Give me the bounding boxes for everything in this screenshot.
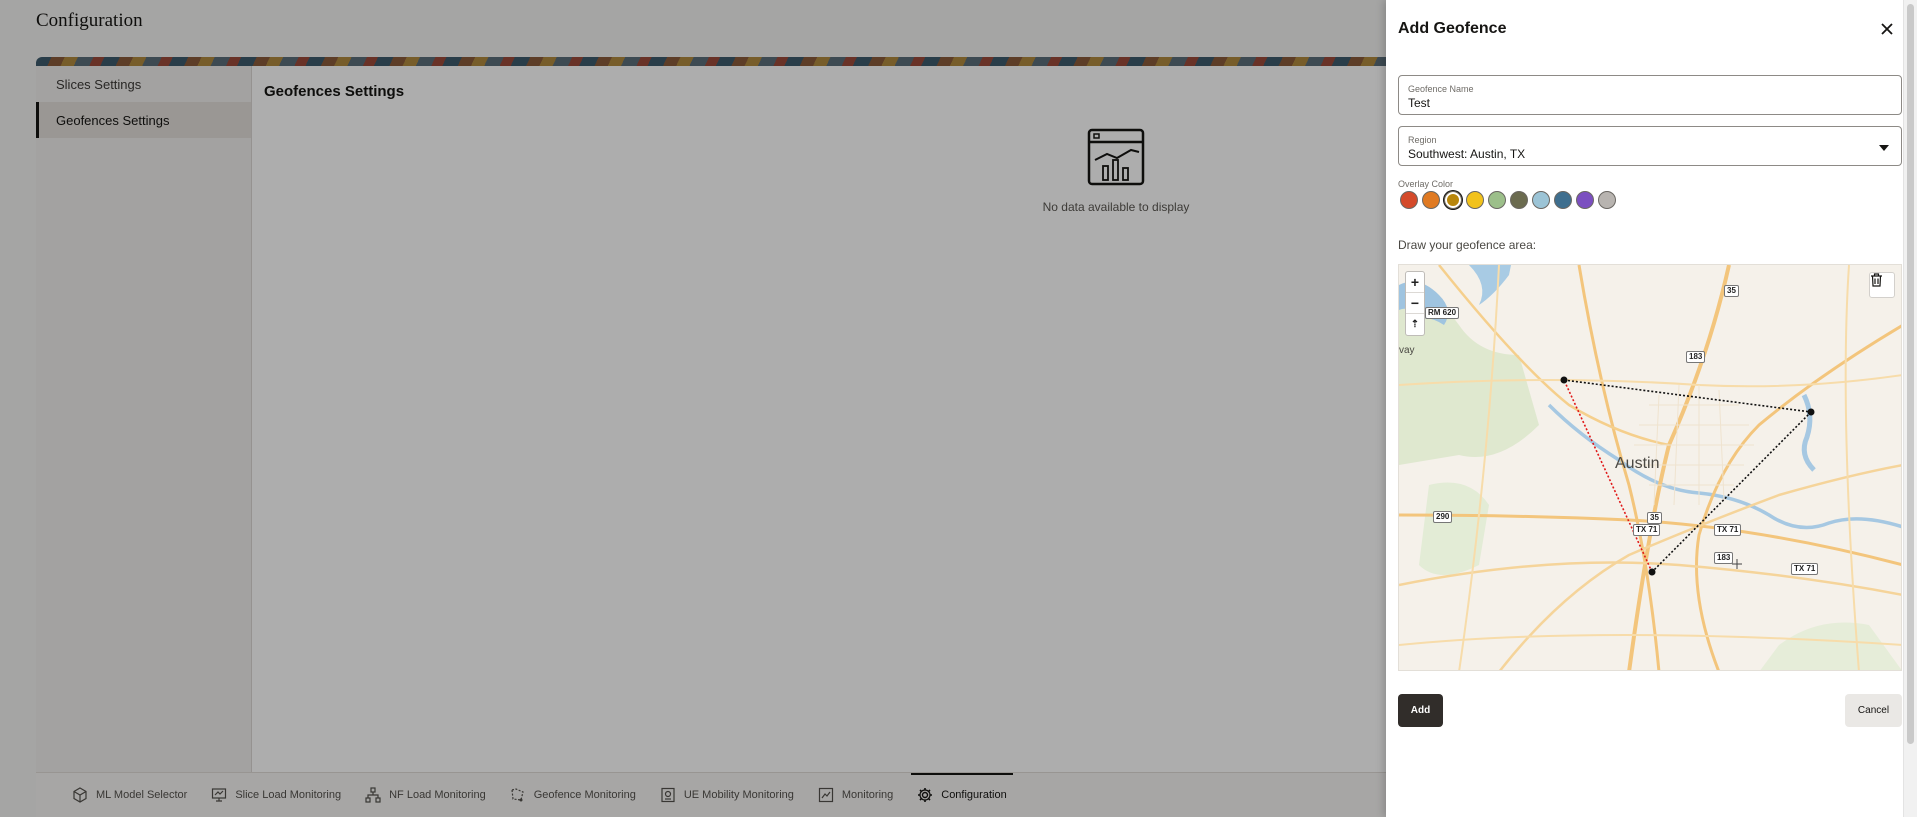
close-button[interactable] bbox=[1876, 18, 1898, 40]
color-swatch[interactable] bbox=[1598, 191, 1616, 209]
color-swatch[interactable] bbox=[1554, 191, 1572, 209]
route-label: TX 71 bbox=[1791, 563, 1819, 575]
zoom-in-button[interactable]: + bbox=[1406, 272, 1424, 293]
route-label: TX 71 bbox=[1633, 524, 1661, 536]
geofence-name-field[interactable]: Geofence Name bbox=[1398, 75, 1902, 115]
route-label: RM 620 bbox=[1425, 307, 1460, 319]
color-swatch[interactable] bbox=[1532, 191, 1550, 209]
reset-north-button[interactable]: ⇡ bbox=[1406, 314, 1424, 335]
drawer-title: Add Geofence bbox=[1398, 20, 1507, 37]
caret-down-icon[interactable] bbox=[1879, 145, 1889, 151]
color-swatch[interactable] bbox=[1422, 191, 1440, 209]
cancel-button[interactable]: Cancel bbox=[1845, 694, 1902, 727]
overlay-color-swatches bbox=[1400, 191, 1616, 209]
region-value: Southwest: Austin, TX bbox=[1408, 147, 1526, 161]
color-swatch[interactable] bbox=[1444, 191, 1462, 209]
close-icon bbox=[1881, 23, 1893, 35]
overlay-color-label: Overlay Color bbox=[1398, 179, 1454, 189]
region-label: Region bbox=[1408, 135, 1437, 145]
map-city-label: Austin bbox=[1615, 455, 1660, 472]
color-swatch[interactable] bbox=[1510, 191, 1528, 209]
region-select[interactable]: Region Southwest: Austin, TX bbox=[1398, 126, 1902, 166]
add-geofence-drawer: Add Geofence Geofence Name Region Southw… bbox=[1386, 0, 1917, 817]
geofence-name-input[interactable] bbox=[1408, 96, 1878, 110]
geofence-name-label: Geofence Name bbox=[1408, 84, 1474, 94]
route-label: TX 71 bbox=[1714, 524, 1742, 536]
route-label: 35 bbox=[1647, 512, 1662, 524]
trash-icon bbox=[1871, 273, 1882, 287]
route-label: 290 bbox=[1433, 511, 1453, 523]
color-swatch[interactable] bbox=[1576, 191, 1594, 209]
zoom-control: + − ⇡ bbox=[1405, 271, 1425, 336]
color-swatch[interactable] bbox=[1400, 191, 1418, 209]
route-label: 35 bbox=[1724, 285, 1739, 297]
route-label: 183 bbox=[1686, 351, 1706, 363]
add-button[interactable]: Add bbox=[1398, 694, 1443, 727]
zoom-out-button[interactable]: − bbox=[1406, 293, 1424, 314]
map-place-label: vay bbox=[1399, 345, 1415, 356]
draw-area-label: Draw your geofence area: bbox=[1398, 238, 1537, 252]
color-swatch[interactable] bbox=[1466, 191, 1484, 209]
geofence-map[interactable]: + − ⇡ Austin vay RM 620 35 183 290 35 TX… bbox=[1398, 264, 1902, 671]
color-swatch[interactable] bbox=[1488, 191, 1506, 209]
drawer-scrollbar[interactable] bbox=[1903, 0, 1917, 817]
delete-shape-button[interactable] bbox=[1869, 272, 1895, 298]
route-label: 183 bbox=[1714, 552, 1734, 564]
